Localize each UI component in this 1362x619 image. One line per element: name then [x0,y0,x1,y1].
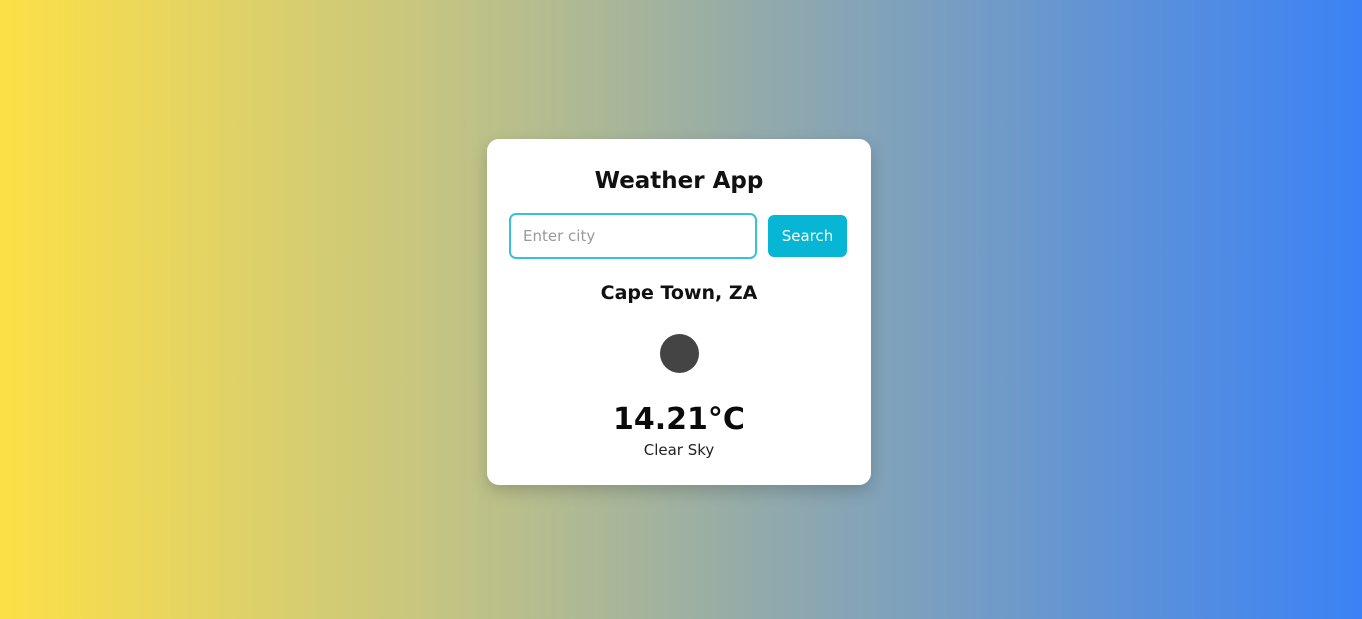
temperature-value: 14.21°C [613,402,745,437]
app-title: Weather App [594,168,764,194]
search-row: Search [509,213,847,259]
location-label: Cape Town, ZA [600,282,758,304]
city-search-input[interactable] [509,213,757,259]
weather-icon [660,334,699,373]
search-button[interactable]: Search [768,215,847,257]
weather-description: Clear Sky [643,441,715,459]
weather-card: Weather App Search Cape Town, ZA 14.21°C… [487,139,871,485]
